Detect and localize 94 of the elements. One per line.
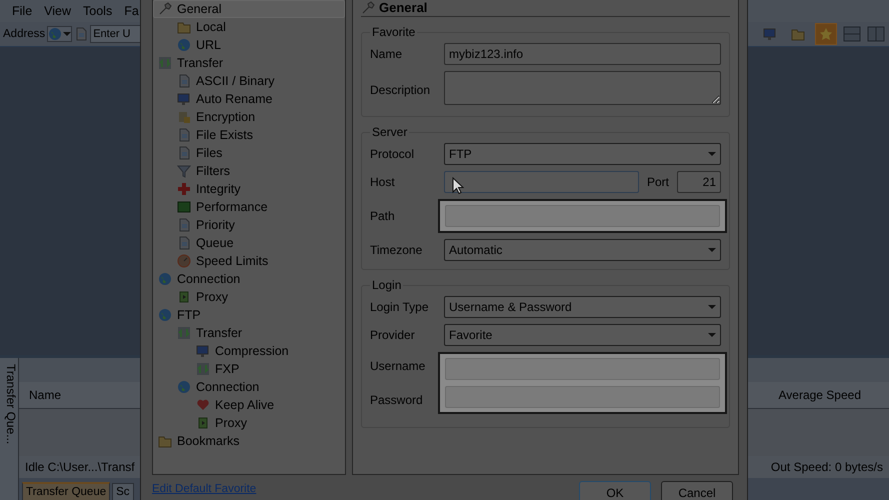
tree-item[interactable]: Performance xyxy=(172,198,345,216)
column-header[interactable]: Name xyxy=(19,388,62,402)
group-title: Login xyxy=(371,278,402,292)
heart-icon xyxy=(196,398,210,412)
funnel-icon xyxy=(177,164,191,178)
group-title: Favorite xyxy=(371,25,416,39)
field-label: Provider xyxy=(370,328,416,342)
panel-tab[interactable]: Transfer Queue xyxy=(22,482,110,500)
menu-item[interactable]: View xyxy=(38,4,78,18)
description-field[interactable] xyxy=(444,71,721,105)
arrows-icon xyxy=(158,56,172,70)
tree-item[interactable]: Transfer xyxy=(172,324,345,342)
field-label: Description xyxy=(370,82,432,96)
tree-item[interactable]: Auto Rename xyxy=(172,90,345,108)
tree-item[interactable]: ASCII / Binary xyxy=(172,72,345,90)
tree-item[interactable]: Proxy xyxy=(191,414,345,432)
tree-item[interactable]: Speed Limits xyxy=(172,252,345,270)
tree-item[interactable]: File Exists xyxy=(172,126,345,144)
tree-item[interactable]: Connection xyxy=(153,270,345,288)
edit-default-link[interactable]: Edit Default Favorite xyxy=(152,481,256,495)
field-label: Path xyxy=(370,209,396,223)
tree-item[interactable]: Compression xyxy=(191,342,345,360)
tree-item[interactable]: FTP xyxy=(153,306,345,324)
tree-item[interactable]: Priority xyxy=(172,216,345,234)
document-icon xyxy=(177,146,191,160)
tree-item[interactable]: Integrity xyxy=(172,180,345,198)
dropdown[interactable]: Username & Password xyxy=(444,296,721,318)
text-field[interactable]: mybiz123.info xyxy=(444,43,721,65)
folder-icon xyxy=(177,20,191,34)
horizontal-split-icon[interactable] xyxy=(843,26,861,42)
star-button[interactable] xyxy=(815,23,837,45)
group-title: Server xyxy=(371,125,408,139)
column-header[interactable]: Average Speed xyxy=(768,388,889,402)
menu-item[interactable]: File xyxy=(6,4,38,18)
tree-item[interactable]: Keep Alive xyxy=(191,396,345,414)
field-label: Host xyxy=(370,175,396,189)
tree-item[interactable]: General xyxy=(153,0,345,18)
text-field[interactable] xyxy=(445,358,720,380)
monitor-icon xyxy=(196,344,210,358)
dialog-button[interactable]: Cancel xyxy=(661,481,733,500)
speed-text: Out Speed: 0 bytes/s xyxy=(770,460,883,474)
globe-icon xyxy=(48,27,62,41)
tree-item[interactable]: Files xyxy=(172,144,345,162)
port-field[interactable]: 21 xyxy=(677,171,721,193)
side-tab[interactable]: Transfer Que... xyxy=(0,358,19,500)
text-field[interactable] xyxy=(445,386,720,408)
vertical-split-icon[interactable] xyxy=(867,26,885,42)
monitor-icon xyxy=(763,27,777,41)
document-icon xyxy=(177,218,191,232)
document-icon xyxy=(177,128,191,142)
arrows-icon xyxy=(177,326,191,340)
document-icon xyxy=(177,236,191,250)
star-icon xyxy=(819,27,833,41)
tree-item[interactable]: URL xyxy=(172,36,345,54)
tree-item[interactable]: Connection xyxy=(172,378,345,396)
tree-item[interactable]: Encryption xyxy=(172,108,345,126)
arrows-icon xyxy=(196,362,210,376)
tree-item[interactable]: FXP xyxy=(191,360,345,378)
field-label: Name xyxy=(370,47,404,61)
cross-icon xyxy=(177,182,191,196)
tree-item[interactable]: Local xyxy=(172,18,345,36)
tree-item[interactable]: Bookmarks xyxy=(153,432,345,450)
field-label: Timezone xyxy=(370,243,424,257)
tree-item[interactable]: Transfer xyxy=(153,54,345,72)
document-icon xyxy=(74,27,88,41)
dialog-button[interactable]: OK xyxy=(579,481,651,500)
folder-icon xyxy=(158,434,172,448)
dropdown[interactable]: Automatic xyxy=(444,239,721,261)
globe-icon xyxy=(158,308,172,322)
dropdown[interactable]: FTP xyxy=(444,143,721,165)
tree-item[interactable]: Filters xyxy=(172,162,345,180)
text-field[interactable] xyxy=(444,171,639,193)
globe-dropdown[interactable] xyxy=(47,26,72,42)
tree-item[interactable]: Proxy xyxy=(172,288,345,306)
mouse-cursor-icon xyxy=(452,177,464,195)
monitor-icon xyxy=(177,92,191,106)
page-title: General xyxy=(379,0,428,15)
panel-tab[interactable]: Sc xyxy=(112,483,134,500)
globe-icon xyxy=(177,380,191,394)
address-label: Address xyxy=(3,28,46,40)
field-label: Username xyxy=(370,359,426,373)
dropdown[interactable]: Favorite xyxy=(444,324,721,346)
gauge-icon xyxy=(177,254,191,268)
globe-icon xyxy=(177,38,191,52)
field-label: Password xyxy=(370,393,424,407)
status-text: Idle C:\User...\Transf xyxy=(25,460,135,474)
tree-item[interactable]: Queue xyxy=(172,234,345,252)
globe-icon xyxy=(158,272,172,286)
menu-item[interactable]: Tools xyxy=(77,4,118,18)
document-icon xyxy=(177,74,191,88)
field-label: Login Type xyxy=(370,300,430,314)
text-field[interactable] xyxy=(445,205,720,227)
field-label: Port xyxy=(646,175,669,189)
field-label: Protocol xyxy=(370,147,416,161)
